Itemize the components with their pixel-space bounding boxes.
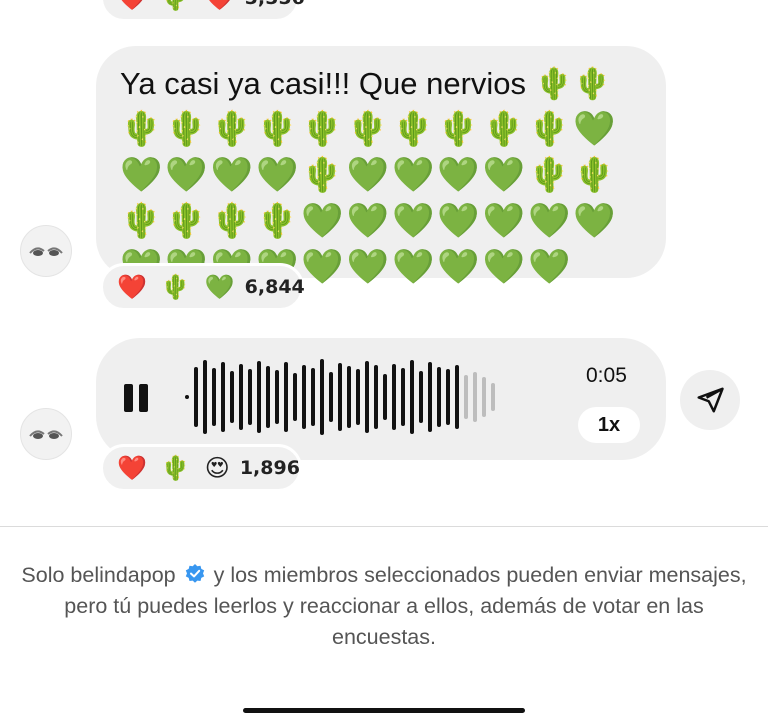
waveform[interactable] — [185, 355, 495, 439]
pause-icon — [139, 384, 148, 412]
waveform-bar — [455, 365, 459, 429]
waveform-bar — [401, 368, 405, 426]
waveform-bar — [464, 375, 468, 419]
message-text: Ya casi ya casi!!! Que nervios 🌵🌵 — [120, 66, 612, 101]
reaction-count: 6,844 — [244, 276, 305, 298]
reaction-emoji: ❤️ — [117, 0, 147, 10]
waveform-bar — [482, 377, 486, 417]
pause-icon — [124, 384, 133, 412]
reaction-emoji: 🌵 — [160, 454, 191, 482]
reaction-emoji: 🌵 — [161, 0, 191, 10]
reaction-emoji: ❤️ — [117, 454, 147, 482]
avatar[interactable] — [20, 408, 72, 460]
waveform-bar — [302, 365, 306, 429]
playback-speed-button[interactable]: 1x — [578, 407, 640, 443]
divider — [0, 526, 768, 527]
waveform-bar — [293, 373, 297, 421]
waveform-bar — [392, 364, 396, 430]
waveform-bar — [257, 361, 261, 433]
waveform-bar — [491, 383, 495, 411]
avatar-icon — [29, 430, 63, 439]
waveform-bar — [275, 370, 279, 424]
message-text-block: Ya casi ya casi!!! Que nervios 🌵🌵 🌵🌵🌵🌵🌵🌵… — [120, 62, 660, 290]
reaction-count: 1,896 — [239, 457, 300, 479]
reaction-emoji: ❤️ — [117, 273, 147, 301]
share-button[interactable] — [680, 370, 740, 430]
waveform-bar — [410, 360, 414, 434]
waveform-bar — [365, 361, 369, 433]
waveform-bar — [428, 362, 432, 432]
verified-badge-icon — [184, 563, 206, 585]
waveform-bar — [320, 359, 324, 435]
waveform-bar — [230, 371, 234, 423]
waveform-bar — [446, 369, 450, 425]
reaction-emoji: 💚 — [204, 273, 235, 301]
reaction-emoji: 😍 — [204, 454, 230, 482]
reaction-bar-message[interactable]: ❤️ 🌵 💚 6,844 — [100, 263, 305, 311]
waveform-bar — [374, 365, 378, 429]
pause-button[interactable] — [124, 384, 152, 414]
waveform-bar — [329, 372, 333, 422]
waveform-bar — [284, 362, 288, 432]
waveform-bar — [383, 374, 387, 420]
reaction-emoji: ❤️ — [205, 0, 235, 10]
voice-duration: 0:05 — [586, 364, 627, 387]
reaction-bar-previous[interactable]: ❤️ 🌵 ❤️ 5,556 — [100, 0, 305, 22]
waveform-bar — [419, 371, 423, 423]
waveform-bar — [239, 364, 243, 430]
broadcast-notice: Solo belindapop y los miembros seleccion… — [20, 560, 748, 653]
waveform-bar — [311, 368, 315, 426]
share-icon — [697, 387, 724, 413]
waveform-bar — [221, 362, 225, 432]
waveform-bar — [356, 369, 360, 425]
waveform-bar — [338, 363, 342, 431]
waveform-bar — [185, 395, 189, 399]
waveform-bar — [437, 367, 441, 427]
reaction-count: 5,556 — [245, 0, 305, 9]
waveform-bar — [266, 366, 270, 428]
waveform-bar — [194, 367, 198, 427]
home-indicator — [243, 708, 525, 713]
reaction-emoji: 🌵 — [160, 273, 191, 301]
avatar-icon — [29, 247, 63, 256]
waveform-bar — [203, 360, 207, 434]
waveform-bar — [473, 372, 477, 422]
waveform-bar — [347, 366, 351, 428]
reaction-bar-voice[interactable]: ❤️ 🌵 😍 1,896 — [100, 444, 302, 492]
notice-text-start: Solo belindapop — [21, 563, 176, 587]
avatar[interactable] — [20, 225, 72, 277]
waveform-bar — [212, 368, 216, 426]
waveform-bar — [248, 369, 252, 425]
